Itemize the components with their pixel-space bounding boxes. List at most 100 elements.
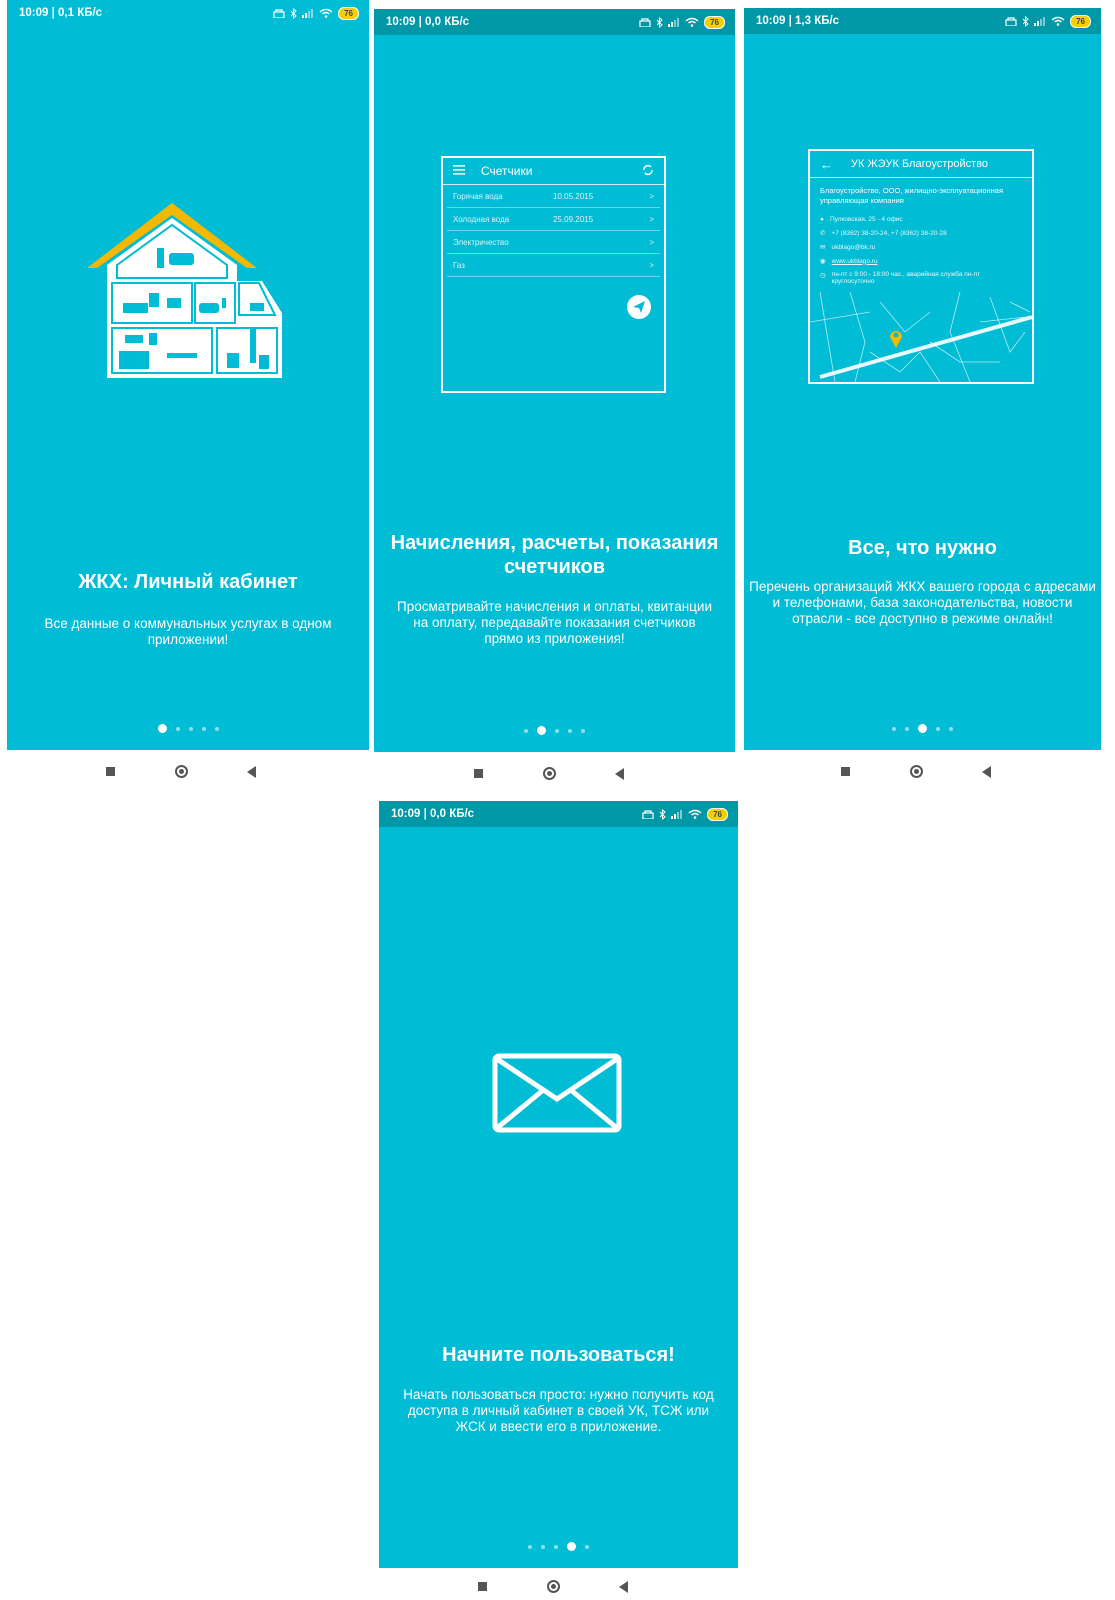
meter-row: Горячая вода 10.05.2015 > <box>447 185 660 208</box>
status-time: 10:09 | 1,3 КБ/с <box>756 15 840 27</box>
battery-indicator: 76 <box>1070 14 1091 28</box>
page-indicator <box>374 726 735 735</box>
status-time: 10:09 | 0,0 КБ/с <box>386 16 470 28</box>
chevron-right-icon: > <box>649 191 654 201</box>
location-icon: ● <box>820 216 824 223</box>
slide-title: ЖКХ: Личный кабинет <box>78 571 298 593</box>
status-bar: 10:09 | 0,1 КБ/с 76 <box>7 0 369 26</box>
back-button[interactable] <box>982 765 991 778</box>
recents-button[interactable] <box>841 767 850 776</box>
page-dot-3[interactable] <box>554 1544 558 1549</box>
home-button[interactable] <box>546 1580 560 1593</box>
page-indicator <box>7 724 369 733</box>
page-dot-5[interactable] <box>581 728 585 733</box>
recents-button[interactable] <box>106 767 115 776</box>
slide-description: Все данные о коммунальных услугах в одно… <box>44 616 332 647</box>
bluetooth-icon <box>290 7 297 19</box>
slide-title: Начните пользоваться! <box>442 1344 675 1366</box>
company-site: www.ukblago.ru <box>831 257 878 265</box>
house-illustration <box>87 203 282 378</box>
company-address: Пулковская, 25 - 4 офис <box>829 216 903 223</box>
system-nav-bar <box>841 765 991 778</box>
mockup-title: УК ЖЭУК Благоустройство <box>851 158 989 170</box>
slide-title: Начисления, расчеты, показания счетчиков <box>390 532 719 578</box>
page-dot-1[interactable] <box>157 724 167 733</box>
signal-icon <box>668 17 680 27</box>
recents-button[interactable] <box>478 1582 487 1591</box>
meter-row: Электричество > <box>447 231 660 254</box>
company-info: Благоустройство, ООО, жилищно-эксплуатац… <box>810 178 1032 285</box>
slide-description: Начать пользоваться просто: нужно получи… <box>403 1387 714 1434</box>
battery-indicator: 76 <box>338 6 359 20</box>
recents-button[interactable] <box>474 769 483 778</box>
page-dot-4[interactable] <box>201 726 206 731</box>
page-dot-1[interactable] <box>524 728 528 733</box>
wifi-icon <box>1051 16 1065 26</box>
meter-name: Электричество <box>453 237 509 247</box>
page-dot-4[interactable] <box>567 1542 576 1551</box>
page-indicator <box>379 1542 738 1551</box>
slide-description: Перечень организаций ЖКХ вашего города с… <box>749 579 1096 626</box>
status-bar: 10:09 | 0,0 КБ/с 76 <box>379 801 738 827</box>
meter-date: 10.05.2015 <box>553 191 594 201</box>
home-button[interactable] <box>174 765 188 778</box>
page-dot-3[interactable] <box>555 728 559 733</box>
page-dot-5[interactable] <box>949 726 953 731</box>
globe-icon: ◉ <box>820 258 826 265</box>
meter-name: Газ <box>453 260 465 270</box>
page-dot-2[interactable] <box>905 726 909 731</box>
phone-icon: ✆ <box>820 230 826 237</box>
back-button[interactable] <box>619 1580 628 1593</box>
slide-description: Просматривайте начисления и оплаты, квит… <box>396 599 712 646</box>
company-hours: пн-пт с 9:00 - 18:00 час., аварийная слу… <box>831 271 981 285</box>
meter-row: Газ > <box>447 254 660 277</box>
signal-icon <box>1034 16 1046 26</box>
lock-icon <box>639 17 651 27</box>
page-dot-4[interactable] <box>936 726 940 731</box>
meters-mockup: Счетчики Горячая вода 10.05.2015 > Холод… <box>441 156 666 393</box>
page-dot-3[interactable] <box>188 726 193 731</box>
page-dot-5[interactable] <box>214 726 219 731</box>
clock-icon: ◷ <box>820 272 826 279</box>
system-nav-bar <box>106 765 256 778</box>
meter-row: Холодная вода 25.09.2015 > <box>447 208 660 231</box>
back-arrow-icon: ← <box>820 156 833 172</box>
meter-name: Холодная вода <box>453 214 510 224</box>
meter-name: Горячая вода <box>453 191 503 201</box>
map-illustration <box>810 292 1032 382</box>
page-dot-5[interactable] <box>585 1544 589 1549</box>
send-icon <box>626 294 652 324</box>
envelope-icon <box>492 1053 622 1137</box>
back-button[interactable] <box>615 767 624 780</box>
system-nav-bar <box>478 1580 628 1593</box>
page-dot-2[interactable] <box>175 726 180 731</box>
onboarding-screen-1: 10:09 | 0,1 КБ/с 76 ЖКХ: Личный кабинет … <box>7 0 369 750</box>
mockup-title: Счетчики <box>481 164 533 178</box>
wifi-icon <box>685 17 699 27</box>
bluetooth-icon <box>1022 15 1029 27</box>
page-dot-1[interactable] <box>892 726 896 731</box>
mockup-header: ← УК ЖЭУК Благоустройство <box>810 151 1032 178</box>
signal-icon <box>671 809 683 819</box>
company-phone: +7 (8362) 38-20-24, +7 (8362) 38-20-28 <box>831 229 947 237</box>
back-button[interactable] <box>247 765 256 778</box>
lock-icon <box>642 809 654 819</box>
signal-icon <box>302 8 314 18</box>
status-time: 10:09 | 0,0 КБ/с <box>391 808 475 820</box>
status-bar: 10:09 | 1,3 КБ/с 76 <box>744 8 1101 34</box>
home-button[interactable] <box>909 765 923 778</box>
mockup-header: Счетчики <box>443 158 664 185</box>
home-button[interactable] <box>542 767 556 780</box>
slide-title: Все, что нужно <box>848 537 997 559</box>
page-dot-3[interactable] <box>918 724 927 733</box>
company-description: Благоустройство, ООО, жилищно-эксплуатац… <box>820 186 1004 205</box>
onboarding-screen-4: 10:09 | 0,0 КБ/с 76 Начните пользоваться… <box>379 801 738 1568</box>
page-dot-2[interactable] <box>541 1544 545 1549</box>
page-dot-4[interactable] <box>568 728 572 733</box>
company-email: ukblago@bk.ru <box>831 243 876 251</box>
page-dot-1[interactable] <box>528 1544 532 1549</box>
meter-date: 25.09.2015 <box>553 214 594 224</box>
email-icon: ✉ <box>820 244 826 251</box>
page-dot-2[interactable] <box>537 726 546 735</box>
status-bar: 10:09 | 0,0 КБ/с 76 <box>374 9 735 35</box>
